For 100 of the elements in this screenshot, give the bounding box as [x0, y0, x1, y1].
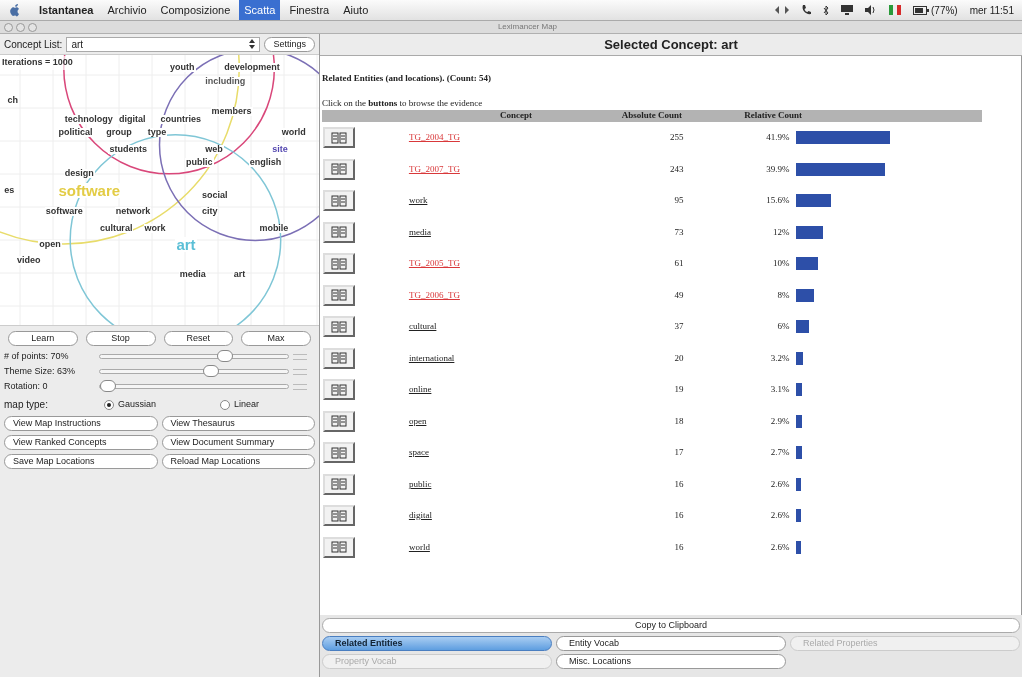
evidence-button[interactable] — [323, 473, 355, 495]
concept-label[interactable]: students — [108, 144, 148, 154]
concept-dropdown[interactable]: art — [66, 36, 261, 52]
tab[interactable]: Entity Vocab — [556, 636, 786, 651]
map-button[interactable]: Learn — [8, 331, 78, 346]
concept-label[interactable]: type — [146, 128, 168, 138]
concept-label[interactable]: members — [210, 106, 253, 116]
concept-link[interactable]: cultural — [408, 321, 437, 331]
concept-label[interactable]: work — [143, 223, 167, 233]
table-cell: 16 — [674, 478, 684, 489]
concept-label[interactable]: development — [223, 63, 281, 73]
settings-button[interactable]: Settings — [264, 36, 315, 52]
map-button[interactable]: Reset — [163, 331, 234, 346]
menu-item[interactable]: Composizione — [155, 0, 236, 20]
action-button[interactable]: View Ranked Concepts — [4, 435, 158, 450]
action-button[interactable]: View Document Summary — [161, 435, 315, 450]
concept-label[interactable]: software — [44, 207, 84, 217]
action-button[interactable]: Reload Map Locations — [161, 454, 315, 469]
menu-item[interactable]: Finestra — [284, 0, 335, 20]
concept-link[interactable]: space — [408, 447, 429, 457]
radio-button[interactable] — [220, 399, 231, 410]
display-icon[interactable] — [841, 5, 853, 15]
concept-label[interactable]: es — [3, 185, 16, 195]
concept-label[interactable]: digital — [118, 114, 147, 124]
concept-link[interactable]: online — [408, 384, 432, 394]
evidence-button[interactable] — [323, 316, 355, 338]
concept-label[interactable]: youth — [169, 63, 196, 73]
concept-label[interactable]: open — [38, 239, 62, 249]
concept-label[interactable]: group — [105, 128, 133, 138]
concept-link[interactable]: TG_2004_TG — [408, 132, 460, 142]
flag-icon[interactable] — [889, 4, 901, 16]
action-button[interactable]: View Map Instructions — [4, 416, 158, 431]
concept-map[interactable] — [0, 54, 319, 326]
evidence-button[interactable] — [323, 221, 355, 243]
evidence-button[interactable] — [323, 347, 355, 369]
menu-item[interactable]: Scatta — [239, 0, 281, 20]
concept-label[interactable]: technology — [63, 114, 114, 124]
action-button[interactable]: View Thesaurus — [161, 416, 315, 431]
evidence-button[interactable] — [323, 442, 355, 464]
concept-link[interactable]: public — [408, 478, 432, 489]
evidence-button[interactable] — [323, 190, 355, 212]
slider-thumb[interactable] — [203, 365, 220, 377]
concept-label[interactable]: english — [248, 158, 283, 168]
concept-label[interactable]: city — [200, 207, 219, 217]
evidence-button[interactable] — [323, 284, 355, 306]
evidence-button[interactable] — [323, 505, 355, 527]
concept-link[interactable]: TG_2005_TG — [408, 258, 460, 268]
menu-item[interactable]: Aiuto — [338, 0, 374, 20]
clock[interactable]: mer 11:51 — [969, 2, 1014, 18]
field-label: map type: — [4, 398, 49, 412]
concept-label[interactable]: media — [178, 269, 207, 279]
evidence-button[interactable] — [323, 158, 355, 180]
copy-button[interactable]: Copy to Clipboard — [322, 618, 1020, 633]
concept-link[interactable]: media — [408, 226, 431, 237]
concept-link[interactable]: work — [408, 195, 428, 205]
volume-icon[interactable] — [865, 5, 877, 15]
menu-item[interactable]: Archivio — [102, 0, 152, 20]
phone-icon[interactable] — [801, 5, 811, 15]
action-button[interactable]: Save Map Locations — [4, 454, 158, 469]
concept-label[interactable]: public — [185, 158, 214, 168]
concept-label[interactable]: mobile — [258, 223, 290, 233]
tab[interactable]: Misc. Locations — [556, 654, 786, 669]
app-menu[interactable]: Istantanea — [34, 1, 99, 19]
concept-link[interactable]: open — [408, 415, 427, 426]
concept-label[interactable]: ch — [6, 95, 19, 105]
concept-link[interactable]: international — [408, 352, 455, 363]
concept-label[interactable]: political — [57, 128, 94, 138]
evidence-button[interactable] — [323, 253, 355, 275]
evidence-button[interactable] — [323, 127, 355, 149]
concept-label[interactable]: web — [204, 144, 224, 154]
concept-link[interactable]: TG_2007_TG — [408, 163, 460, 174]
concept-label[interactable]: art — [232, 269, 247, 279]
concept-link[interactable]: digital — [408, 510, 432, 520]
concept-label[interactable]: design — [63, 169, 95, 179]
table-cell: 39.9% — [766, 163, 790, 174]
concept-label[interactable]: video — [15, 256, 42, 266]
apple-icon[interactable] — [8, 3, 22, 17]
concept-link[interactable]: world — [408, 541, 430, 552]
tab[interactable]: Related Entities — [322, 636, 552, 651]
radio-button[interactable] — [104, 399, 114, 410]
concept-label[interactable]: countries — [159, 114, 202, 124]
evidence-button[interactable] — [323, 379, 355, 401]
battery-icon[interactable] — [913, 5, 929, 15]
map-button[interactable]: Stop — [85, 331, 156, 346]
evidence-button[interactable] — [323, 410, 355, 432]
sync-icon[interactable] — [775, 6, 789, 14]
concept-label[interactable]: world — [280, 128, 307, 138]
bluetooth-icon[interactable] — [823, 4, 829, 16]
concept-link[interactable]: TG_2006_TG — [408, 289, 460, 300]
concept-label[interactable]: cultural — [98, 223, 134, 233]
concept-label[interactable]: including — [204, 76, 247, 86]
document-icon — [330, 289, 347, 302]
slider-thumb[interactable] — [216, 350, 233, 362]
concept-label[interactable]: social — [200, 191, 229, 200]
concept-label[interactable]: network — [114, 207, 152, 217]
slider-thumb[interactable] — [100, 380, 116, 392]
concept-label[interactable]: site — [271, 144, 289, 154]
map-button[interactable]: Max — [241, 331, 311, 346]
radio-label: Gaussian — [118, 397, 157, 411]
evidence-button[interactable] — [323, 536, 355, 558]
